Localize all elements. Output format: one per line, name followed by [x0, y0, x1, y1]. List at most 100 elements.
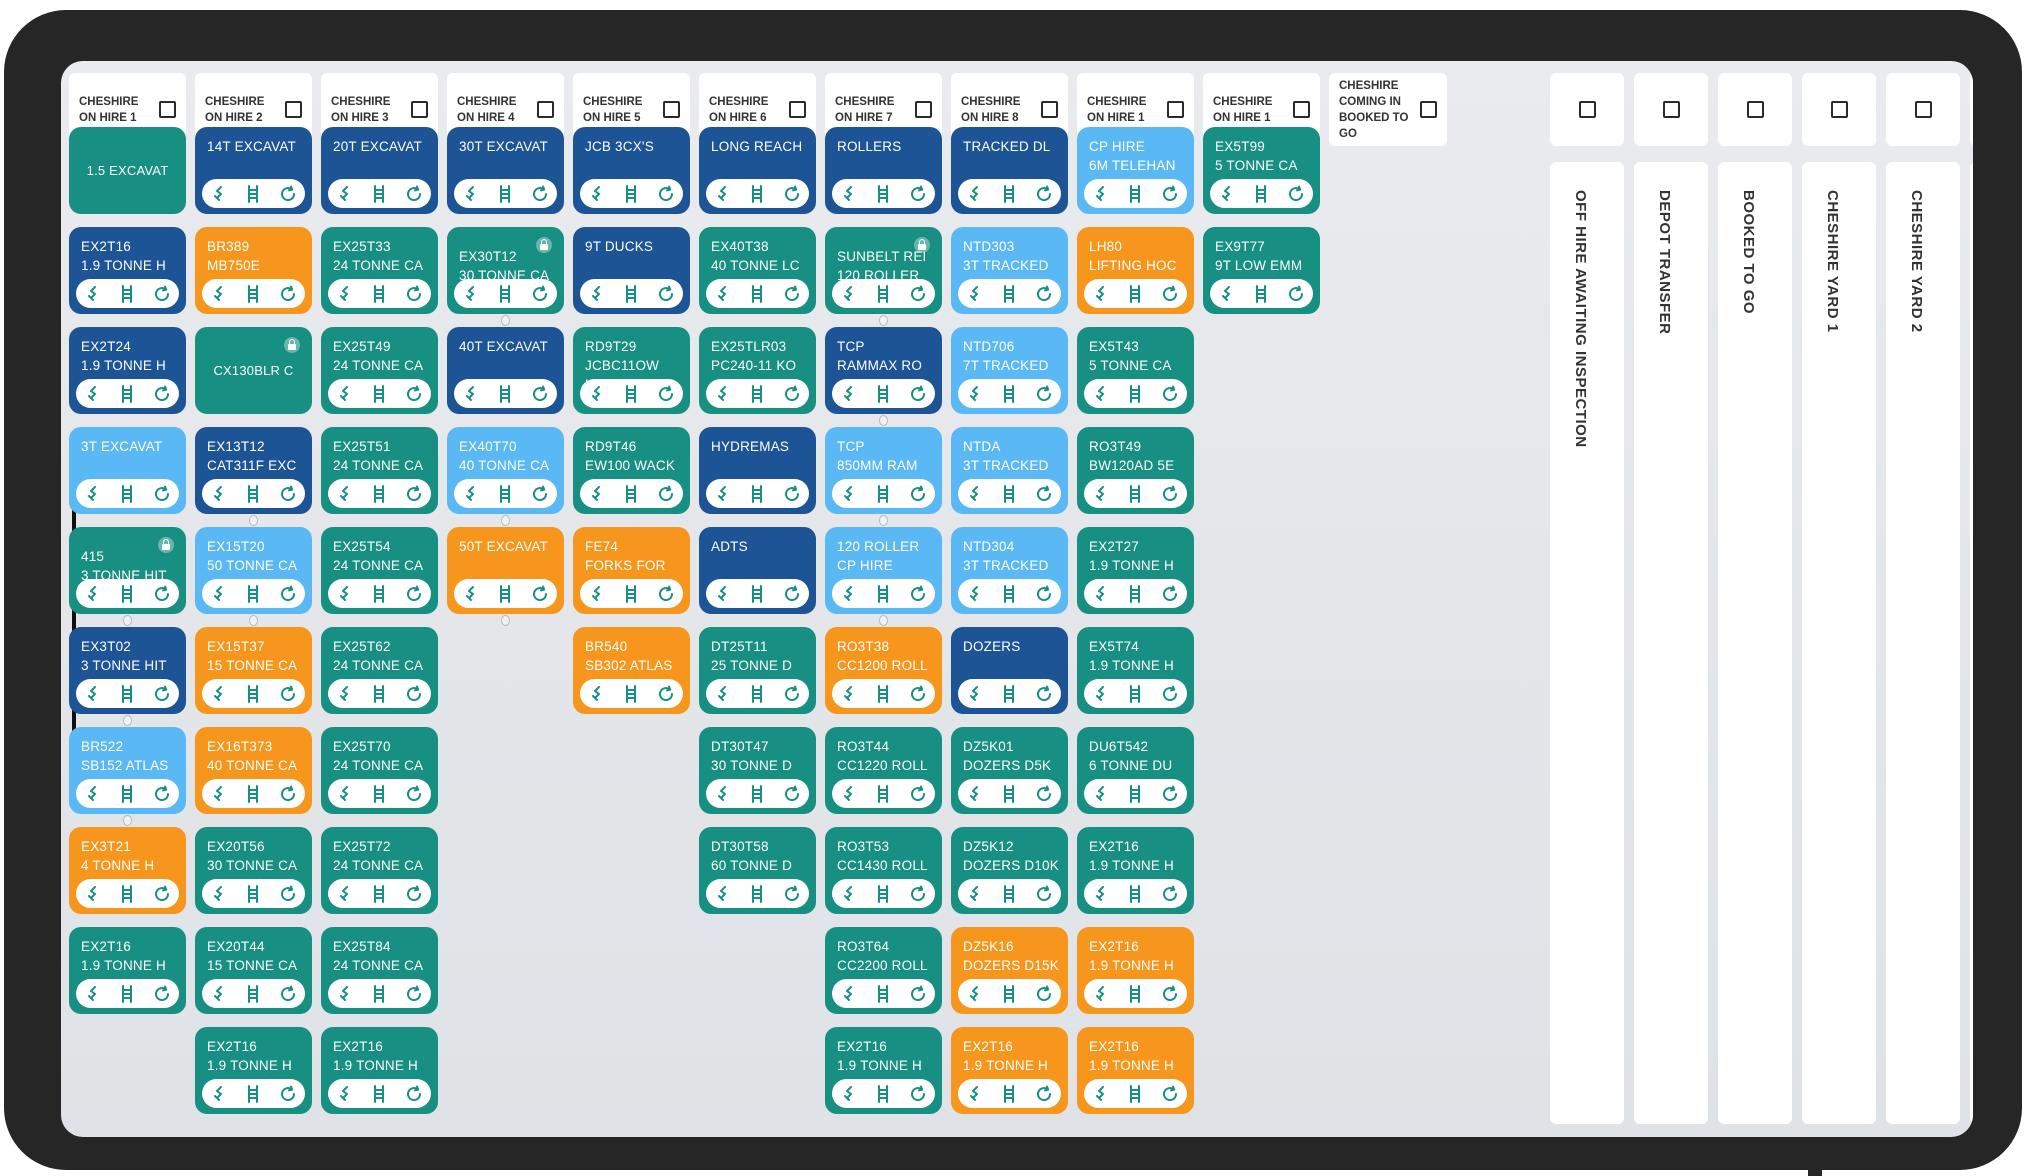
ladder-icon[interactable] — [368, 383, 390, 405]
ladder-icon[interactable] — [1124, 883, 1146, 905]
refresh-icon[interactable] — [277, 883, 299, 905]
equipment-card[interactable]: NTDA 3T TRACKED — [951, 427, 1068, 514]
refresh-icon[interactable] — [1033, 1083, 1055, 1105]
ladder-icon[interactable] — [998, 583, 1020, 605]
ladder-icon[interactable] — [872, 783, 894, 805]
lane-select-checkbox[interactable] — [1914, 101, 1932, 118]
equipment-card[interactable]: EX9T77 9T LOW EMM — [1203, 227, 1320, 314]
equipment-card[interactable]: NTD706 7T TRACKED — [951, 327, 1068, 414]
equipment-card[interactable]: DT25T11 25 TONNE D — [699, 627, 816, 714]
link-icon[interactable] — [586, 383, 608, 405]
ladder-icon[interactable] — [998, 883, 1020, 905]
equipment-card[interactable]: EX2T16 1.9 TONNE H — [951, 1027, 1068, 1114]
ladder-icon[interactable] — [1124, 983, 1146, 1005]
equipment-card[interactable]: EX5T43 5 TONNE CA — [1077, 327, 1194, 414]
ladder-icon[interactable] — [998, 783, 1020, 805]
link-icon[interactable] — [334, 183, 356, 205]
ladder-icon[interactable] — [116, 783, 138, 805]
link-icon[interactable] — [964, 683, 986, 705]
ladder-icon[interactable] — [872, 483, 894, 505]
ladder-icon[interactable] — [1124, 583, 1146, 605]
equipment-card[interactable]: CP HIRE 6M TELEHAN — [1077, 127, 1194, 214]
link-icon[interactable] — [1090, 683, 1112, 705]
link-icon[interactable] — [964, 583, 986, 605]
link-icon[interactable] — [964, 1083, 986, 1105]
refresh-icon[interactable] — [907, 783, 929, 805]
link-icon[interactable] — [838, 583, 860, 605]
equipment-card[interactable]: RD9T29 JCBC11OW HY — [573, 327, 690, 414]
refresh-icon[interactable] — [403, 383, 425, 405]
refresh-icon[interactable] — [277, 1083, 299, 1105]
equipment-card[interactable]: DT30T47 30 TONNE D — [699, 727, 816, 814]
ladder-icon[interactable] — [746, 383, 768, 405]
refresh-icon[interactable] — [151, 483, 173, 505]
equipment-card[interactable]: EX25TLR03 PC240-11 KO — [699, 327, 816, 414]
equipment-card[interactable]: ADTS — [699, 527, 816, 614]
column-select-checkbox[interactable] — [159, 101, 176, 118]
column-select-checkbox[interactable] — [663, 101, 680, 118]
ladder-icon[interactable] — [872, 983, 894, 1005]
link-icon[interactable] — [334, 283, 356, 305]
ladder-icon[interactable] — [620, 383, 642, 405]
link-icon[interactable] — [208, 883, 230, 905]
refresh-icon[interactable] — [1285, 283, 1307, 305]
equipment-card[interactable]: 14T EXCAVAT — [195, 127, 312, 214]
equipment-card[interactable]: DZ5K01 DOZERS D5K — [951, 727, 1068, 814]
equipment-card[interactable]: EX20T44 15 TONNE CA — [195, 927, 312, 1014]
equipment-card[interactable]: EX2T16 1.9 TONNE H — [195, 1027, 312, 1114]
refresh-icon[interactable] — [1159, 483, 1181, 505]
link-icon[interactable] — [208, 783, 230, 805]
link-icon[interactable] — [334, 483, 356, 505]
link-icon[interactable] — [712, 583, 734, 605]
link-icon[interactable] — [838, 883, 860, 905]
equipment-card[interactable]: EX25T49 24 TONNE CA — [321, 327, 438, 414]
ladder-icon[interactable] — [242, 983, 264, 1005]
link-icon[interactable] — [712, 883, 734, 905]
link-icon[interactable] — [586, 583, 608, 605]
link-icon[interactable] — [460, 583, 482, 605]
equipment-card[interactable]: DZ5K12 DOZERS D10K — [951, 827, 1068, 914]
refresh-icon[interactable] — [1159, 983, 1181, 1005]
link-icon[interactable] — [1216, 283, 1238, 305]
link-icon[interactable] — [838, 1083, 860, 1105]
equipment-card[interactable]: EX2T16 1.9 TONNE H — [1077, 927, 1194, 1014]
link-icon[interactable] — [1090, 383, 1112, 405]
refresh-icon[interactable] — [277, 183, 299, 205]
link-icon[interactable] — [838, 983, 860, 1005]
equipment-card[interactable]: RD9T46 EW100 WACK — [573, 427, 690, 514]
equipment-card[interactable]: EX25T51 24 TONNE CA — [321, 427, 438, 514]
ladder-icon[interactable] — [872, 383, 894, 405]
refresh-icon[interactable] — [781, 383, 803, 405]
equipment-card[interactable]: EX3T21 4 TONNE H — [69, 827, 186, 914]
link-icon[interactable] — [838, 683, 860, 705]
ladder-icon[interactable] — [1124, 183, 1146, 205]
link-icon[interactable] — [838, 283, 860, 305]
link-icon[interactable] — [964, 283, 986, 305]
equipment-card[interactable]: DU6T542 6 TONNE DU — [1077, 727, 1194, 814]
equipment-card[interactable]: CX130BLR C — [195, 327, 312, 414]
ladder-icon[interactable] — [998, 1083, 1020, 1105]
ladder-icon[interactable] — [998, 683, 1020, 705]
refresh-icon[interactable] — [1033, 283, 1055, 305]
refresh-icon[interactable] — [1033, 883, 1055, 905]
equipment-card[interactable]: EX5T74 1.9 TONNE H — [1077, 627, 1194, 714]
equipment-card[interactable]: EX3T02 3 TONNE HIT — [69, 627, 186, 714]
ladder-icon[interactable] — [998, 283, 1020, 305]
refresh-icon[interactable] — [655, 383, 677, 405]
ladder-icon[interactable] — [116, 883, 138, 905]
link-icon[interactable] — [460, 183, 482, 205]
refresh-icon[interactable] — [529, 483, 551, 505]
link-icon[interactable] — [1090, 283, 1112, 305]
link-icon[interactable] — [82, 483, 104, 505]
ladder-icon[interactable] — [746, 583, 768, 605]
link-icon[interactable] — [1216, 183, 1238, 205]
equipment-card[interactable]: SUNBELT REI 120 ROLLER — [825, 227, 942, 314]
link-icon[interactable] — [82, 683, 104, 705]
equipment-card[interactable]: 120 ROLLER CP HIRE — [825, 527, 942, 614]
refresh-icon[interactable] — [1033, 483, 1055, 505]
link-icon[interactable] — [334, 983, 356, 1005]
link-icon[interactable] — [82, 383, 104, 405]
lane-select-checkbox[interactable] — [1746, 101, 1764, 118]
link-icon[interactable] — [1090, 583, 1112, 605]
ladder-icon[interactable] — [872, 283, 894, 305]
